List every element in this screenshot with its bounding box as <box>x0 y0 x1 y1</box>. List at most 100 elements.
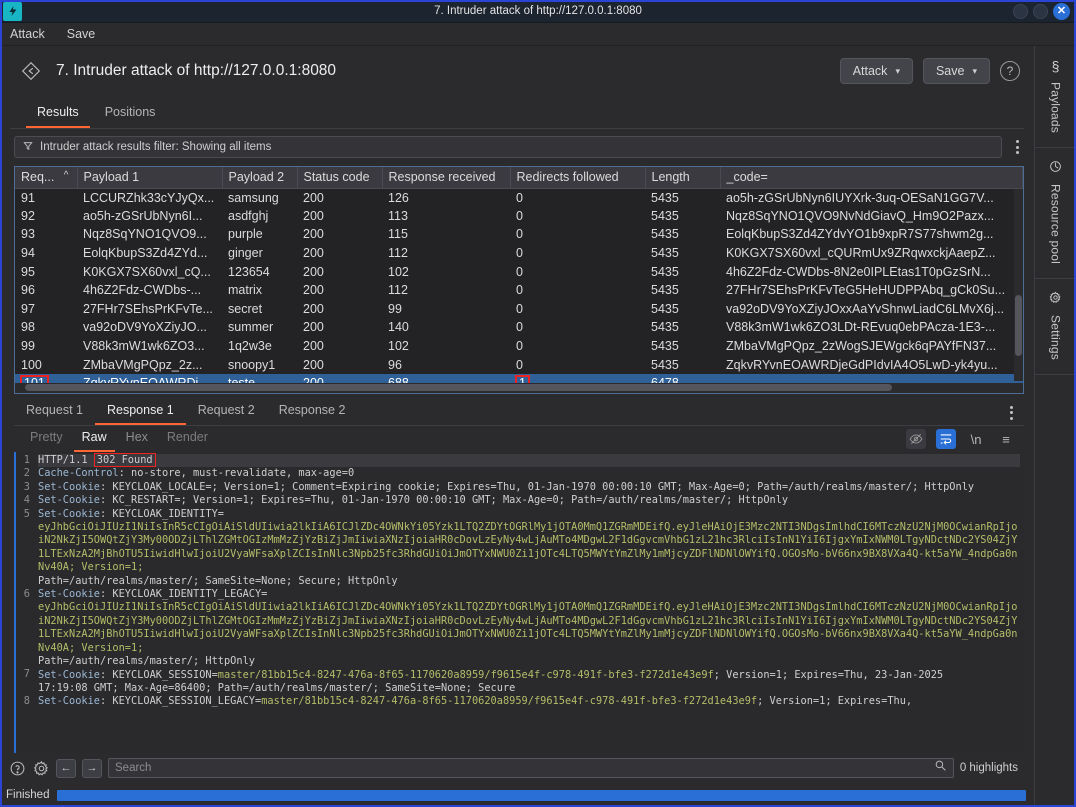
column-header-status-code[interactable]: Status code <box>297 167 382 188</box>
table-row[interactable]: 9727FHr7SEhsPrKFvTe...secret2009905435va… <box>15 300 1023 319</box>
window-title: 7. Intruder attack of http://127.0.0.1:8… <box>0 5 1076 17</box>
progress-bar <box>57 790 1026 801</box>
message-tab-bar: Request 1 Response 1 Request 2 Response … <box>14 400 1024 426</box>
search-field-wrapper[interactable] <box>108 758 954 778</box>
search-icon[interactable] <box>934 759 947 777</box>
cell-request: 100 <box>15 355 77 374</box>
maximize-icon[interactable] <box>1033 4 1048 19</box>
table-row[interactable]: 94EolqKbupS3Zd4ZYd...ginger20011205435K0… <box>15 244 1023 263</box>
cell-response-received: 112 <box>382 281 510 300</box>
gear-icon[interactable] <box>32 759 50 777</box>
tab-results[interactable]: Results <box>26 100 90 128</box>
table-row[interactable]: 95K0KGX7SX60vxl_cQ...123654200102054354h… <box>15 262 1023 281</box>
status-bar: Finished <box>0 783 1034 807</box>
cell-length: 5435 <box>645 262 720 281</box>
search-input[interactable] <box>115 762 934 774</box>
hamburger-menu-icon[interactable]: ≡ <box>996 429 1016 449</box>
message-options-kebab-menu-icon[interactable] <box>1004 406 1018 420</box>
column-header-response-received[interactable]: Response received <box>382 167 510 188</box>
table-body: 91LCCURZhk33cYJyQx...samsung20012605435a… <box>15 188 1023 393</box>
sidebar-item-settings[interactable]: Settings <box>1035 279 1076 375</box>
cell-request: 98 <box>15 318 77 337</box>
view-tab-hex[interactable]: Hex <box>118 427 156 452</box>
table-row[interactable]: 99V88k3mW1wk6ZO3...1q2w3e20010205435ZMba… <box>15 337 1023 356</box>
table-vertical-scrollbar[interactable] <box>1014 189 1023 381</box>
view-tab-render[interactable]: Render <box>159 427 216 452</box>
cell-length: 5435 <box>645 188 720 207</box>
search-next-button[interactable]: → <box>82 759 102 778</box>
results-options-kebab-menu-icon[interactable] <box>1010 140 1024 154</box>
cell-response-received: 126 <box>382 188 510 207</box>
line-number-cont <box>16 628 30 641</box>
menu-item-attack[interactable]: Attack <box>8 25 47 43</box>
eye-slash-icon[interactable] <box>906 429 926 449</box>
column-header-payload2[interactable]: Payload 2 <box>222 167 297 188</box>
cell-response-received: 102 <box>382 262 510 281</box>
line-number-cont <box>16 682 30 695</box>
tab-request-2[interactable]: Request 2 <box>186 400 267 425</box>
response-line: Set-Cookie: KEYCLOAK_SESSION=master/81bb… <box>38 669 1020 682</box>
response-viewer[interactable]: 12345678 HTTP/1.1 302 FoundCache-Control… <box>14 452 1024 753</box>
cell-redirects-followed: 0 <box>510 207 645 226</box>
cell-payload2: purple <box>222 225 297 244</box>
table-row[interactable]: 100ZMbaVMgPQpz_2z...snoopy12009605435Zqk… <box>15 355 1023 374</box>
view-tab-raw[interactable]: Raw <box>74 427 115 452</box>
column-header-redirects-followed[interactable]: Redirects followed <box>510 167 645 188</box>
response-line-jwt: eyJhbGciOiJIUzI1NiIsInR5cCIgOiAiSldUIiwi… <box>38 601 1020 655</box>
cell-payload1: EolqKbupS3Zd4ZYd... <box>77 244 222 263</box>
attack-button[interactable]: Attack ▾ <box>840 58 913 84</box>
line-number-cont <box>16 561 30 574</box>
highlight-count: 0 highlights <box>960 762 1024 774</box>
burp-intruder-window: 7. Intruder attack of http://127.0.0.1:8… <box>0 0 1076 807</box>
table-row[interactable]: 91LCCURZhk33cYJyQx...samsung20012605435a… <box>15 188 1023 207</box>
cell-code: va92oDV9YoXZiyJOxxAaYvShnwLiadC6LMvX6j..… <box>720 300 1023 319</box>
results-filter[interactable]: Intruder attack results filter: Showing … <box>14 136 1002 158</box>
help-icon[interactable] <box>8 759 26 777</box>
newline-icon[interactable]: \n <box>966 429 986 449</box>
cell-request: 95 <box>15 262 77 281</box>
right-sidebar: § Payloads Resource pool Sett <box>1034 46 1076 807</box>
table-row[interactable]: 964h6Z2Fdz-CWDbs-...matrix2001120543527F… <box>15 281 1023 300</box>
word-wrap-icon[interactable] <box>936 429 956 449</box>
column-header-request[interactable]: Req... ^ <box>15 167 77 188</box>
column-header-payload1[interactable]: Payload 1 <box>77 167 222 188</box>
line-number-cont <box>16 655 30 668</box>
minimize-icon[interactable] <box>1013 4 1028 19</box>
save-button[interactable]: Save ▾ <box>923 58 990 84</box>
cell-status-code: 200 <box>297 188 382 207</box>
cell-payload1: V88k3mW1wk6ZO3... <box>77 337 222 356</box>
cell-status-code: 200 <box>297 300 382 319</box>
table-header-row: Req... ^ Payload 1 Payload 2 Status code… <box>15 167 1023 188</box>
tab-response-2[interactable]: Response 2 <box>267 400 358 425</box>
help-icon[interactable]: ? <box>1000 61 1020 81</box>
content-pane: 7. Intruder attack of http://127.0.0.1:8… <box>0 46 1034 807</box>
cell-payload1: K0KGX7SX60vxl_cQ... <box>77 262 222 281</box>
main-body: 7. Intruder attack of http://127.0.0.1:8… <box>0 46 1076 807</box>
view-tab-pretty[interactable]: Pretty <box>22 427 71 452</box>
table-horizontal-scrollbar[interactable] <box>15 383 1023 393</box>
search-previous-button[interactable]: ← <box>56 759 76 778</box>
menu-item-save[interactable]: Save <box>65 25 98 43</box>
tab-response-1[interactable]: Response 1 <box>95 400 186 425</box>
tab-request-1[interactable]: Request 1 <box>14 400 95 425</box>
sidebar-item-payloads[interactable]: § Payloads <box>1035 46 1076 148</box>
scrollbar-thumb[interactable] <box>1015 295 1022 356</box>
cell-code: 4h6Z2Fdz-CWDbs-8N2e0IPLEtas1T0pGzSrN... <box>720 262 1023 281</box>
cell-request: 93 <box>15 225 77 244</box>
cell-length: 5435 <box>645 225 720 244</box>
line-number-cont <box>16 534 30 547</box>
cell-response-received: 115 <box>382 225 510 244</box>
table-row[interactable]: 93Nqz8SqYNO1QVO9...purple20011505435Eolq… <box>15 225 1023 244</box>
close-icon[interactable]: ✕ <box>1053 3 1070 20</box>
cell-code: ao5h-zGSrUbNyn6IUYXrk-3uq-OESaN1GG7V... <box>720 188 1023 207</box>
status-text: Finished <box>6 789 49 801</box>
table-row[interactable]: 98va92oDV9YoXZiyJO...summer20014005435V8… <box>15 318 1023 337</box>
tab-positions[interactable]: Positions <box>94 100 167 128</box>
column-header-code[interactable]: _code= <box>720 167 1023 188</box>
response-body-text[interactable]: HTTP/1.1 302 FoundCache-Control: no-stor… <box>34 452 1024 753</box>
column-header-length[interactable]: Length <box>645 167 720 188</box>
table-row[interactable]: 92ao5h-zGSrUbNyn6I...asdfghj20011305435N… <box>15 207 1023 226</box>
back-arrow-icon[interactable] <box>18 58 44 84</box>
scrollbar-thumb[interactable] <box>25 384 892 391</box>
sidebar-item-resource-pool[interactable]: Resource pool <box>1035 148 1076 279</box>
